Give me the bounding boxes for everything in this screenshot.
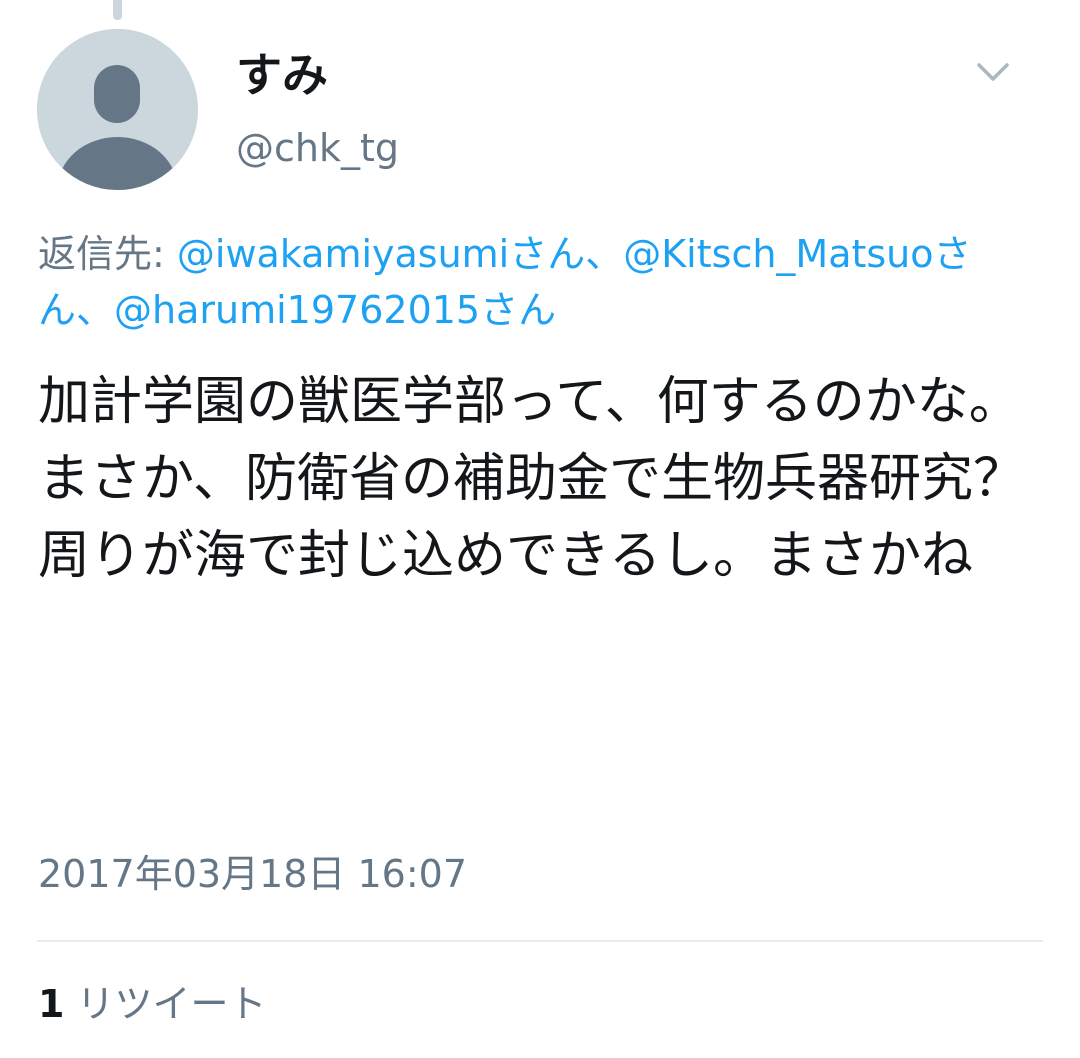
avatar[interactable] [37, 29, 198, 190]
chevron-down-icon[interactable] [975, 60, 1011, 84]
default-avatar-icon [37, 29, 198, 190]
user-handle[interactable]: @chk_tg [236, 129, 399, 167]
reply-mention-link[interactable]: @harumi19762015さん [114, 288, 556, 332]
retweet-label: リツイート [76, 982, 267, 1026]
thread-connector-line [113, 0, 122, 20]
reply-separator: 、 [585, 232, 624, 276]
reply-separator: 、 [76, 288, 115, 332]
tweet-text: 加計学園の獣医学部って、何するのかな。 まさか、防衛省の補助金で生物兵器研究？ … [38, 372, 1025, 586]
retweet-stats[interactable]: 1 リツイート [38, 985, 266, 1023]
reply-to-line: 返信先: @iwakamiyasumiさん、@Kitsch_Matsuoさん、@… [38, 226, 1038, 338]
tweet-timestamp[interactable]: 2017年03月18日 16:07 [38, 855, 467, 893]
display-name[interactable]: すみ [236, 52, 328, 98]
reply-mention-link[interactable]: @iwakamiyasumiさん [177, 232, 585, 276]
retweet-count: 1 [38, 982, 65, 1026]
divider [37, 940, 1043, 942]
reply-to-label: 返信先: [38, 232, 177, 276]
